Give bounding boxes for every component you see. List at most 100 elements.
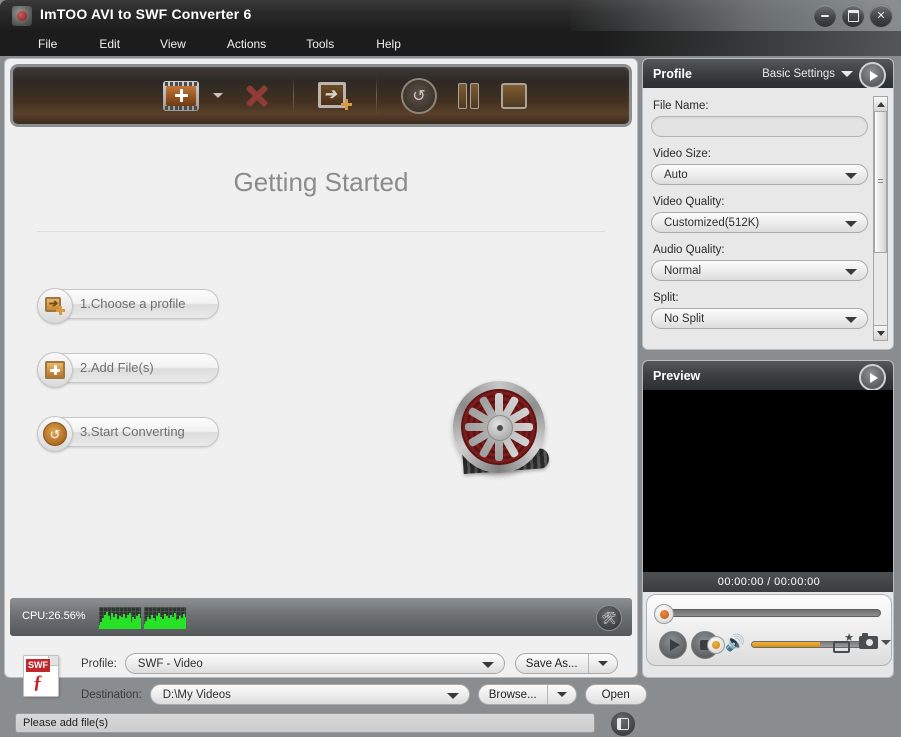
profile-value: SWF - Video — [137, 657, 203, 670]
chevron-down-icon — [845, 269, 857, 275]
tools-icon[interactable]: 🛠 — [596, 605, 622, 631]
cpu-graphs — [99, 607, 186, 629]
video-size-select[interactable]: Auto — [651, 164, 868, 185]
speaker-icon[interactable]: 🔊 — [725, 635, 745, 653]
maximize-button[interactable] — [841, 4, 865, 28]
preview-expand-button[interactable] — [859, 364, 886, 391]
window-controls: ✕ — [813, 4, 893, 28]
profile-select[interactable]: SWF - Video — [124, 653, 505, 674]
profile-panel: Profile Basic Settings File Name: Video … — [642, 58, 894, 350]
list-view-icon[interactable] — [610, 711, 636, 737]
snapshot-series-icon[interactable]: ★ — [831, 633, 855, 653]
close-button[interactable]: ✕ — [869, 4, 893, 28]
expand-arrow-icon — [869, 70, 878, 81]
remove-file-button[interactable] — [243, 82, 271, 110]
minimize-button[interactable] — [813, 4, 837, 28]
menu-bar: File Edit View Actions Tools Help — [0, 31, 901, 56]
seek-slider[interactable] — [654, 604, 881, 624]
save-as-dropdown[interactable] — [587, 654, 617, 673]
profile-panel-header: Profile Basic Settings — [643, 59, 893, 89]
getting-started-title: Getting Started — [233, 167, 409, 197]
video-quality-select[interactable]: Customized(512K) — [651, 212, 868, 233]
application-window: ImTOO AVI to SWF Converter 6 ✕ File Edit… — [0, 0, 901, 737]
preview-time-display: 00:00:00 / 00:00:00 — [643, 572, 893, 592]
split-value: No Split — [664, 312, 705, 325]
menu-item-view[interactable]: View — [160, 34, 186, 54]
destination-value: D:\My Videos — [162, 688, 231, 701]
profile-form: File Name: Video Size: Auto Video Qualit… — [651, 100, 868, 340]
browse-dropdown[interactable] — [546, 685, 576, 704]
profile-icon: ➔ — [37, 288, 73, 324]
profile-scrollbar[interactable] — [873, 96, 888, 341]
preview-panel-title: Preview — [653, 368, 701, 383]
stop-icon — [501, 82, 527, 109]
scroll-up-arrow-icon[interactable] — [874, 97, 887, 112]
circular-arrow-icon: ↺ — [401, 77, 437, 114]
menu-item-help[interactable]: Help — [376, 34, 401, 54]
filmstrip-plus-icon — [163, 80, 199, 111]
preview-video-screen[interactable] — [643, 390, 893, 572]
add-file-button[interactable] — [163, 80, 199, 111]
stop-button[interactable] — [501, 82, 527, 109]
toolbar-separator — [293, 76, 294, 115]
step-label: 1.Choose a profile — [80, 296, 186, 311]
play-icon — [669, 639, 680, 651]
audio-quality-select[interactable]: Normal — [651, 260, 868, 281]
split-select[interactable]: No Split — [651, 308, 868, 329]
profile-panel-title: Profile — [653, 66, 692, 81]
menu-item-tools[interactable]: Tools — [306, 34, 334, 54]
volume-handle[interactable] — [707, 636, 725, 654]
caret-down-icon — [213, 93, 223, 98]
open-button[interactable]: Open — [584, 684, 647, 705]
destination-row: Destination: D:\My Videos Browse... Open — [81, 684, 647, 705]
audio-quality-value: Normal — [664, 264, 702, 277]
pause-icon — [455, 82, 481, 109]
profile-panel-body: File Name: Video Size: Auto Video Qualit… — [643, 88, 893, 349]
snapshot-dropdown-caret-down-icon[interactable] — [881, 640, 891, 645]
main-pane: ➔ ↺ Getting Started ➔ 1.Choose a profile… — [4, 58, 647, 737]
add-file-dropdown-button[interactable] — [213, 93, 223, 98]
menu-item-file[interactable]: File — [38, 34, 57, 54]
chevron-down-icon — [845, 317, 857, 323]
add-to-list-button[interactable]: ➔ — [318, 81, 352, 110]
film-arrow-plus-icon: ➔ — [318, 81, 352, 110]
scroll-down-arrow-icon[interactable] — [874, 325, 887, 340]
file-name-input[interactable] — [651, 116, 868, 137]
right-pane: Profile Basic Settings File Name: Video … — [642, 58, 897, 678]
divider — [37, 231, 605, 232]
film-reel-illustration — [453, 381, 550, 479]
chevron-down-icon — [481, 662, 494, 668]
settings-mode-label: Basic Settings — [762, 67, 835, 80]
chevron-down-icon — [446, 693, 459, 699]
destination-select[interactable]: D:\My Videos — [149, 684, 470, 705]
seek-handle[interactable] — [654, 604, 674, 624]
profile-expand-button[interactable] — [859, 62, 886, 89]
browse-button[interactable]: Browse... — [477, 684, 577, 705]
save-as-button[interactable]: Save As... — [514, 653, 618, 674]
camera-icon[interactable] — [859, 633, 879, 649]
split-label: Split: — [653, 292, 679, 304]
step-start-converting[interactable]: ↺ 3.Start Converting — [37, 416, 219, 452]
file-name-label: File Name: — [653, 100, 709, 112]
video-quality-label: Video Quality: — [653, 196, 725, 208]
caret-down-icon — [841, 70, 853, 77]
menu-item-actions[interactable]: Actions — [227, 34, 266, 54]
preview-play-button[interactable] — [659, 631, 687, 659]
profile-row: Profile: SWF - Video Save As... — [81, 653, 618, 674]
convert-button[interactable]: ↺ — [401, 77, 437, 114]
step-add-files[interactable]: 2.Add File(s) — [37, 352, 219, 388]
chevron-down-icon — [845, 173, 857, 179]
preview-controls: 🔊 ★ — [646, 594, 892, 666]
scrollbar-thumb[interactable] — [874, 111, 887, 253]
pause-button[interactable] — [455, 82, 481, 109]
red-x-icon — [243, 82, 271, 110]
expand-arrow-icon — [869, 372, 878, 383]
cpu-usage-label: CPU:26.56% — [22, 610, 86, 622]
video-quality-value: Customized(512K) — [664, 216, 760, 229]
basic-settings-dropdown[interactable]: Basic Settings — [762, 68, 853, 80]
step-choose-profile[interactable]: ➔ 1.Choose a profile — [37, 288, 219, 324]
swf-icon-label: SWF — [26, 659, 50, 672]
menu-item-edit[interactable]: Edit — [99, 34, 120, 54]
chevron-down-icon — [845, 221, 857, 227]
preview-panel-header: Preview — [643, 361, 893, 391]
